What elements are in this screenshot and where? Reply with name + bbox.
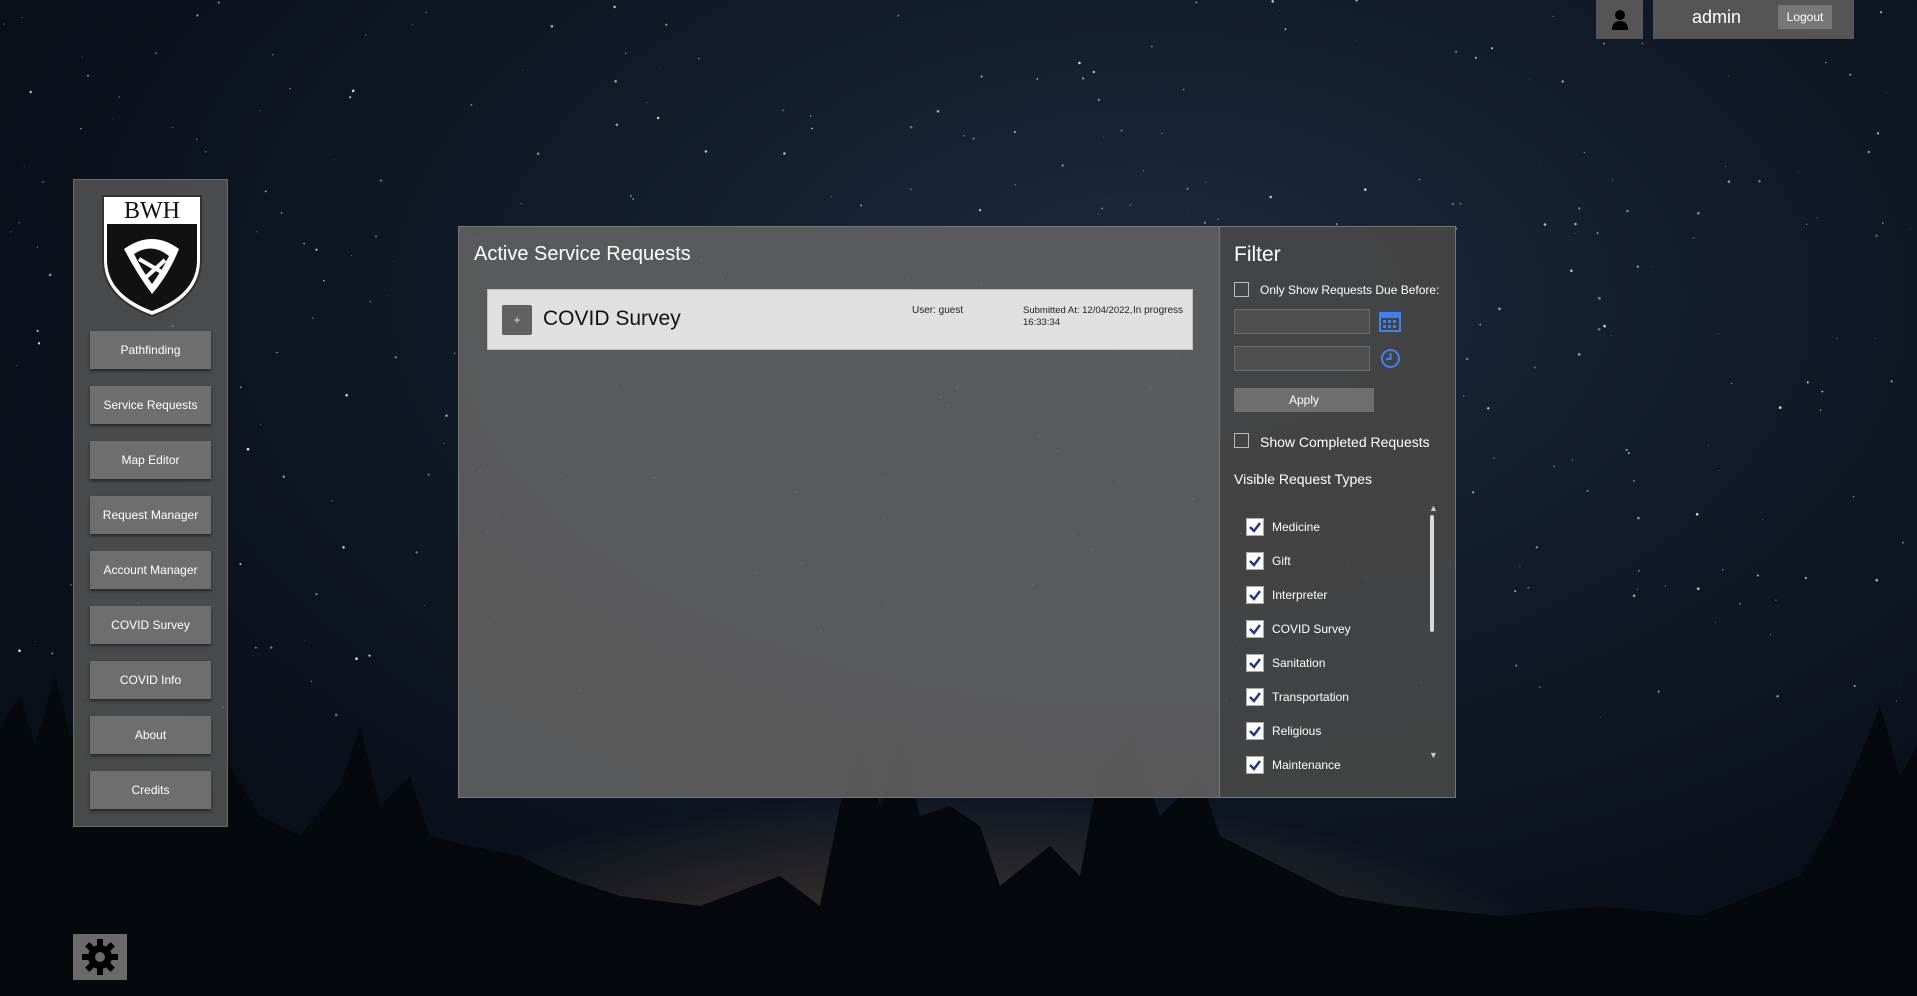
sidebar: BWH Pathfinding Service Requests Map Edi…	[73, 179, 228, 827]
settings-button[interactable]	[73, 934, 127, 980]
user-icon-button[interactable]	[1596, 0, 1643, 39]
request-type-checkbox[interactable]	[1246, 654, 1264, 672]
due-before-checkbox[interactable]	[1234, 282, 1249, 297]
logo-text: BWH	[124, 198, 180, 224]
request-type-label: Transportation	[1272, 690, 1349, 704]
request-type-label: COVID Survey	[1272, 622, 1351, 636]
request-card[interactable]: + COVID Survey User: guest Submitted At:…	[487, 289, 1193, 350]
request-type-item[interactable]: Maintenance	[1246, 755, 1341, 775]
nav-covid-survey-button[interactable]: COVID Survey	[90, 606, 211, 644]
show-completed-label: Show Completed Requests	[1260, 434, 1430, 450]
show-completed-checkbox[interactable]	[1234, 433, 1249, 448]
request-type-item[interactable]: Religious	[1246, 721, 1321, 741]
panel-title: Active Service Requests	[474, 243, 691, 265]
date-input[interactable]	[1234, 309, 1370, 334]
clock-icon[interactable]	[1380, 348, 1401, 369]
request-submitted-at: Submitted At: 12/04/2022, 16:33:34	[1023, 305, 1133, 328]
due-before-label: Only Show Requests Due Before:	[1260, 283, 1440, 297]
request-type-checkbox[interactable]	[1246, 688, 1264, 706]
nav-account-manager-button[interactable]: Account Manager	[90, 551, 211, 589]
scroll-down-arrow[interactable]: ▼	[1429, 750, 1438, 760]
request-status: In progress	[1133, 305, 1184, 316]
request-type-checkbox[interactable]	[1246, 722, 1264, 740]
user-icon	[1611, 9, 1628, 30]
request-type-checkbox[interactable]	[1246, 620, 1264, 638]
request-type-label: Maintenance	[1272, 758, 1341, 772]
request-type-item[interactable]: COVID Survey	[1246, 619, 1351, 639]
request-type-item[interactable]: Transportation	[1246, 687, 1349, 707]
user-bar: admin Logout	[1653, 0, 1854, 39]
bwh-logo: BWH	[102, 195, 202, 318]
visible-types-title: Visible Request Types	[1234, 471, 1373, 487]
time-input[interactable]	[1234, 346, 1370, 371]
filter-panel: Filter Only Show Requests Due Before: Ap…	[1220, 226, 1456, 798]
nav-request-manager-button[interactable]: Request Manager	[90, 496, 211, 534]
request-type-item[interactable]: Gift	[1246, 551, 1291, 571]
request-type-label: Sanitation	[1272, 656, 1326, 670]
request-type-item[interactable]: Interpreter	[1246, 585, 1327, 605]
request-type-checkbox[interactable]	[1246, 756, 1264, 774]
request-type-item[interactable]: Sanitation	[1246, 653, 1325, 673]
nav-credits-button[interactable]: Credits	[90, 771, 211, 809]
apply-button[interactable]: Apply	[1234, 388, 1374, 412]
nav-about-button[interactable]: About	[90, 716, 211, 754]
gear-icon	[82, 939, 118, 975]
request-type-item[interactable]: Medicine	[1246, 517, 1320, 537]
request-type-label: Religious	[1272, 724, 1322, 738]
scroll-up-arrow[interactable]: ▲	[1429, 503, 1438, 513]
request-type-label: Gift	[1272, 554, 1291, 568]
request-type-checkbox[interactable]	[1246, 586, 1264, 604]
active-requests-panel: Active Service Requests + COVID Survey U…	[458, 226, 1220, 798]
expand-request-button[interactable]: +	[502, 305, 532, 335]
request-type-checkbox[interactable]	[1246, 552, 1264, 570]
request-user: User: guest	[912, 305, 964, 316]
nav-pathfinding-button[interactable]: Pathfinding	[90, 331, 211, 369]
username-label: admin	[1692, 7, 1742, 27]
nav-service-requests-button[interactable]: Service Requests	[90, 386, 211, 424]
nav-covid-info-button[interactable]: COVID Info	[90, 661, 211, 699]
logout-button[interactable]: Logout	[1778, 5, 1832, 29]
request-type-checkbox[interactable]	[1246, 518, 1264, 536]
request-type-label: Medicine	[1272, 520, 1321, 534]
nav-map-editor-button[interactable]: Map Editor	[90, 441, 211, 479]
request-title: COVID Survey	[543, 307, 681, 330]
request-type-label: Interpreter	[1272, 588, 1328, 602]
scrollbar[interactable]	[1430, 515, 1434, 632]
filter-title: Filter	[1234, 243, 1281, 266]
calendar-icon[interactable]	[1379, 310, 1401, 332]
